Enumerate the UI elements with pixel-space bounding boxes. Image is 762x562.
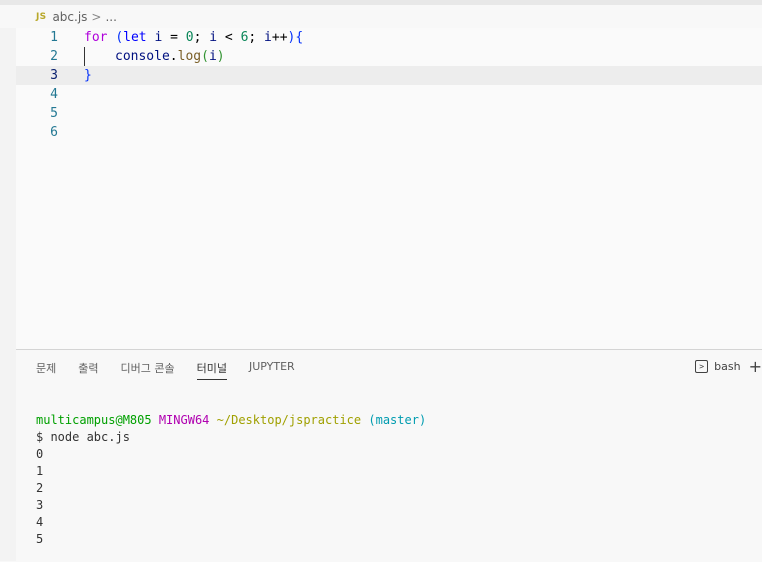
terminal-output[interactable]: multicampus@M805 MINGW64 ~/Desktop/jspra… [36,412,426,548]
terminal-selector[interactable]: bash [714,360,740,373]
javascript-file-icon: JS [36,12,47,22]
identifier-console: console [115,49,170,64]
semicolon: ; [193,30,202,45]
paren-close: ) [216,49,225,64]
function-log: log [177,49,202,64]
keyword-let: let [123,30,147,45]
terminal-output-line: 5 [36,532,44,546]
bottom-panel: 문제 출력 디버그 콘솔 터미널 JUPYTER > bash + multic… [16,349,762,562]
line-number: 1 [50,30,58,45]
panel-tab-bar: 문제 출력 디버그 콘솔 터미널 JUPYTER [36,360,317,380]
paren-open: ( [201,49,209,64]
terminal-output-line: 3 [36,498,44,512]
terminal-command: $ node abc.js [36,430,130,444]
terminal-output-line: 0 [36,447,44,461]
terminal-output-line: 2 [36,481,44,495]
line-number: 5 [50,106,58,121]
breadcrumb-filename[interactable]: abc.js [52,10,87,24]
terminal-icon: > [695,360,709,373]
code-line[interactable]: 4 [16,85,762,104]
line-number: 4 [50,87,58,102]
tab-terminal[interactable]: 터미널 [196,360,227,380]
tab-problems[interactable]: 문제 [36,360,56,380]
prompt-path: ~/Desktop/jspractice [216,413,362,427]
code-line[interactable]: 5 [16,104,762,123]
variable-i: i [264,30,272,45]
breadcrumb: JS abc.js > ... [36,8,117,26]
operator-lt: < [224,30,233,45]
semicolon: ; [248,30,257,45]
chevron-right-icon: > [91,10,102,24]
prompt-branch: (master) [368,413,427,427]
code-line[interactable]: 6 [16,123,762,142]
brace-open: { [295,30,304,45]
argument-i: i [208,49,217,64]
paren-open: ( [115,30,124,45]
tab-jupyter[interactable]: JUPYTER [249,360,295,380]
operator-assign: = [170,30,178,45]
code-editor[interactable]: 1 for (let i = 0; i < 6; i++){ 2 console… [16,28,762,349]
terminal-output-line: 4 [36,515,44,529]
brace-close: } [84,68,92,83]
code-text: } [84,66,92,85]
variable-i: i [209,30,218,45]
left-gutter-strip [0,28,16,561]
number-0: 0 [185,30,194,45]
prompt-host: MINGW64 [158,413,210,427]
variable-i: i [154,30,163,45]
editor-tab-bar [0,0,762,5]
code-line[interactable]: 1 for (let i = 0; i < 6; i++){ [16,28,762,47]
breadcrumb-ellipsis[interactable]: ... [105,10,116,24]
code-text: console.log(i) [115,47,225,66]
line-number: 6 [50,125,58,140]
terminal-prompt-line: multicampus@M805 MINGW64 ~/Desktop/jspra… [36,412,426,429]
terminal-toolbar: > bash + [695,359,762,375]
line-number: 2 [50,49,58,64]
code-line-current[interactable]: 3 } [16,66,762,85]
tab-output[interactable]: 출력 [78,360,98,380]
code-text: for (let i = 0; i < 6; i++){ [84,28,303,47]
operator-increment: ++ [271,30,288,45]
indent-guide [84,47,85,66]
tab-debug-console[interactable]: 디버그 콘솔 [121,360,175,380]
plus-icon[interactable]: + [749,359,762,375]
line-number: 3 [50,68,58,83]
code-line[interactable]: 2 console.log(i) [16,47,762,66]
terminal-output-line: 1 [36,464,44,478]
dot: . [169,49,178,64]
prompt-user: multicampus@M805 [36,413,152,427]
keyword-for: for [84,30,108,45]
